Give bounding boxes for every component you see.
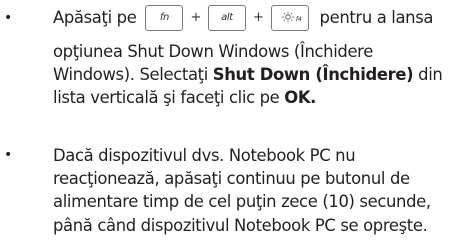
paragraph-line: Windows). Selectaţi Shut Down (Închidere… — [53, 63, 463, 86]
instruction-prefix: Apăsaţi pe — [53, 8, 137, 28]
plus-sign: + — [190, 10, 201, 26]
fn-key: fn — [145, 5, 184, 31]
key-combo-line: Apăsaţi pe fn + alt + f4 pentru a lansa — [53, 0, 463, 36]
paragraph-line: reacţionează, apăsaţi continuu pe butonu… — [53, 169, 410, 189]
plus-sign: + — [252, 10, 264, 26]
text-span: Windows). Selectaţi — [53, 65, 213, 85]
paragraph: Apăsaţi pe fn + alt + f4 pentru a lansa … — [53, 0, 463, 110]
paragraph-line: lista verticală şi faceţi clic pe OK. — [53, 86, 463, 109]
bold-text: OK. — [284, 88, 317, 108]
paragraph-line: până când dispozitivul Notebook PC se op… — [53, 215, 428, 235]
brightness-icon — [281, 11, 294, 23]
alt-key-label: alt — [221, 12, 233, 24]
text-span: din — [413, 65, 443, 85]
bullet: • — [4, 147, 13, 163]
bold-text: Shut Down (Închidere) — [212, 65, 414, 85]
f4-key-label: f4 — [295, 15, 302, 23]
text-span: lista verticală şi faceţi clic pe — [53, 88, 285, 108]
alt-key: alt — [207, 5, 246, 31]
fn-key-label: fn — [159, 12, 170, 24]
instruction-suffix: pentru a lansa — [319, 8, 434, 28]
paragraph-line: Dacă dispozitivul dvs. Notebook PC nu — [53, 146, 356, 165]
f4-key: f4 — [270, 5, 309, 31]
paragraph-line: alimentare timp de cel puţin zece (10) s… — [53, 192, 431, 212]
paragraph-line: opţiunea Shut Down Windows (Închidere — [53, 42, 373, 61]
paragraph: Dacă dispozitivul dvs. Notebook PC nu re… — [53, 144, 463, 237]
bullet: • — [4, 10, 13, 26]
